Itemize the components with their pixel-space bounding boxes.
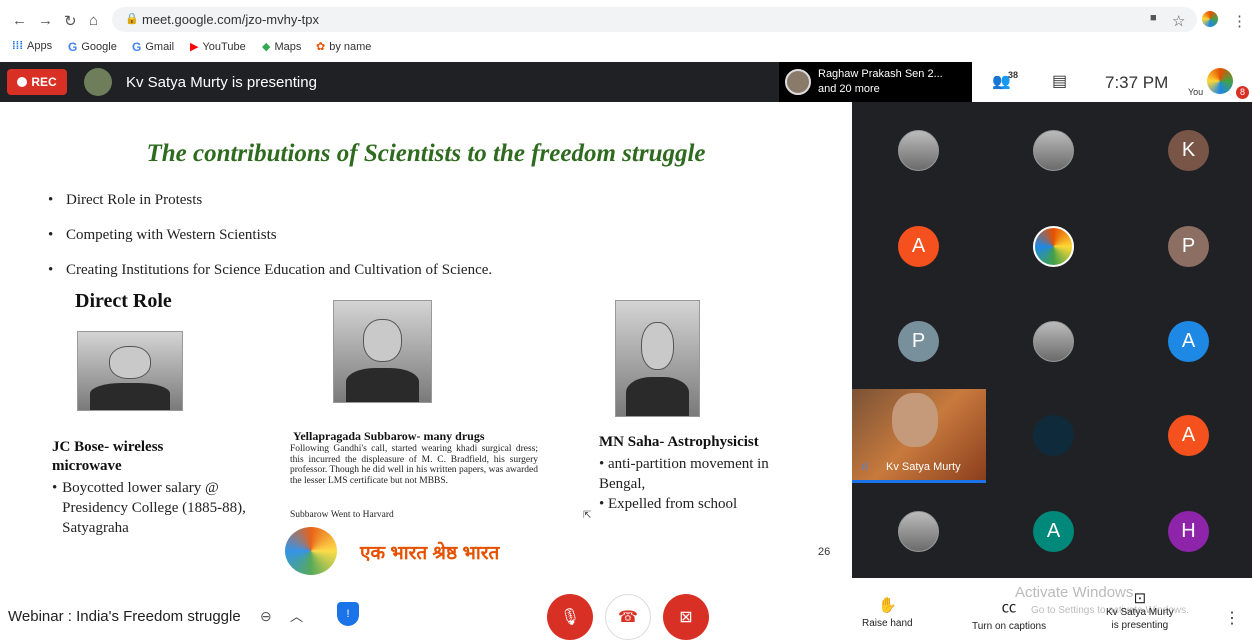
avatar[interactable] — [1033, 415, 1074, 456]
home-icon[interactable]: ⌂ — [89, 12, 98, 29]
browser-chrome: ← → ↻ ⌂ 🔒 meet.google.com/jzo-mvhy-tpx ■… — [0, 0, 1252, 62]
scientist-description: Following Gandhi's call, started wearing… — [290, 444, 538, 486]
scientist-photo — [77, 331, 183, 411]
cursor-icon: ⇱ — [583, 510, 592, 521]
avatar — [785, 69, 811, 95]
forward-icon[interactable]: → — [38, 12, 53, 29]
avatar[interactable] — [1033, 321, 1074, 362]
slide-number: 26 — [818, 546, 831, 558]
meeting-details-icon[interactable]: ⊖ — [260, 608, 272, 625]
slide-bullet: • Direct Role in Protests — [48, 192, 203, 208]
notification-badge: 8 — [1236, 86, 1249, 99]
back-icon[interactable]: ← — [12, 12, 27, 29]
avatar[interactable] — [898, 511, 939, 552]
participant-initial-avatar[interactable]: H — [1168, 511, 1209, 552]
scientist-name: JC Bose- wireless microwave — [52, 439, 164, 474]
scientist-photo — [615, 300, 700, 417]
lock-icon: 🔒 — [125, 13, 139, 25]
participant-initial-avatar[interactable]: A — [898, 226, 939, 267]
reload-icon[interactable]: ↻ — [64, 12, 77, 30]
camera-off-icon: ⊠ — [679, 609, 693, 626]
meet-bottom-bar: Webinar : India's Freedom struggle ⊖ ︿ !… — [0, 578, 1252, 640]
shield-icon[interactable]: ! — [337, 602, 359, 626]
bookmark-google[interactable]: G Google — [68, 40, 117, 54]
logo-text: एक भारत श्रेष्ठ भारत — [360, 543, 500, 564]
avatar[interactable] — [1207, 68, 1233, 94]
presentation-slide: The contributions of Scientists to the f… — [0, 102, 852, 578]
mic-off-button[interactable]: 🎙 — [547, 594, 593, 640]
chevron-up-icon[interactable]: ︿ — [290, 606, 303, 625]
bookmark-gmail[interactable]: G Gmail — [132, 40, 174, 54]
scientist-points: • Boycotted lower salary @ Presidency Col… — [52, 480, 246, 536]
emblem-avatar[interactable] — [1033, 226, 1074, 267]
speaking-icon: ıl — [862, 461, 868, 473]
google-icon: G — [68, 40, 78, 54]
participant-count: 38 — [1008, 70, 1019, 80]
profile-icon[interactable] — [1202, 11, 1218, 27]
clock: 7:37 PM — [1105, 73, 1169, 92]
scientist-photo — [333, 300, 432, 403]
emblem-icon: ✿ — [316, 41, 326, 53]
scientist-name: MN Saha- Astrophysicist — [599, 434, 759, 450]
hang-up-button[interactable]: ☎ — [605, 594, 651, 640]
menu-icon[interactable]: ⋮ — [1232, 12, 1247, 30]
participants-grid: K A P P A ıl Kv Satya Murty A A H — [852, 102, 1252, 578]
avatar[interactable] — [898, 130, 939, 171]
mic-off-icon: 🎙 — [559, 609, 581, 626]
star-icon[interactable]: ☆ — [1172, 12, 1185, 30]
you-label: You — [1188, 87, 1204, 97]
camera-off-button[interactable]: ⊠ — [663, 594, 709, 640]
camera-status-icon[interactable]: ■ — [1150, 12, 1157, 24]
record-dot-icon — [17, 77, 28, 87]
youtube-icon: ▶ — [190, 41, 199, 53]
apps-icon: ⁞⁞⁞ — [12, 40, 23, 52]
participant-initial-avatar[interactable]: A — [1168, 415, 1209, 456]
participant-initial-avatar[interactable]: A — [1168, 321, 1209, 362]
participant-initial-avatar[interactable]: P — [1168, 226, 1209, 267]
presenting-text: Kv Satya Murty is presenting — [126, 74, 317, 91]
raise-hand-button[interactable]: ✋ Raise hand — [862, 596, 913, 629]
scientist-points: • anti-partition movement in Bengal, • E… — [599, 456, 769, 512]
presenter-avatar — [84, 68, 112, 96]
scientist-name: Yellapragada Subbarow- many drugs — [293, 429, 485, 443]
cc-icon: ㏄ — [1001, 599, 1017, 616]
avatar[interactable] — [1033, 130, 1074, 171]
meet-top-bar: REC Kv Satya Murty is presenting Raghaw … — [0, 62, 1252, 102]
present-button[interactable]: ⊡ Kv Satya Murty is presenting — [1106, 590, 1174, 632]
captions-button[interactable]: ㏄ Turn on captions — [972, 596, 1046, 632]
slide-title: The contributions of Scientists to the f… — [146, 140, 706, 167]
meeting-title: Webinar : India's Freedom struggle — [8, 608, 241, 625]
recording-badge[interactable]: REC — [7, 69, 67, 95]
participant-more: and 20 more — [818, 83, 880, 95]
url-text: meet.google.com/jzo-mvhy-tpx — [142, 12, 320, 27]
scientist-note: Subbarow Went to Harvard — [290, 510, 394, 520]
slide-bullet: • Competing with Western Scientists — [48, 227, 277, 243]
bookmark-youtube[interactable]: ▶ YouTube — [190, 40, 246, 54]
section-heading: Direct Role — [75, 290, 172, 312]
bookmark-apps[interactable]: ⁞⁞⁞ Apps — [12, 40, 52, 52]
address-bar[interactable]: 🔒 meet.google.com/jzo-mvhy-tpx — [112, 7, 1197, 32]
participant-initial-avatar[interactable]: P — [898, 321, 939, 362]
slide-bullet: • Creating Institutions for Science Educa… — [48, 262, 493, 278]
meet-controls-top: 👥 38 ▤ 7:37 PM You 8 — [972, 62, 1252, 102]
participants-summary[interactable]: Raghaw Prakash Sen 2... and 20 more — [779, 62, 972, 102]
more-options-icon[interactable]: ⋮ — [1224, 608, 1240, 628]
participant-initial-avatar[interactable]: K — [1168, 130, 1209, 171]
participant-initial-avatar[interactable]: A — [1033, 511, 1074, 552]
chat-icon[interactable]: ▤ — [1052, 71, 1067, 91]
phone-icon: ☎ — [618, 609, 638, 626]
google-icon: G — [132, 40, 142, 54]
video-tile[interactable]: ıl Kv Satya Murty — [852, 389, 986, 483]
present-icon: ⊡ — [1133, 590, 1147, 607]
speaker-video — [892, 393, 938, 447]
hand-icon: ✋ — [877, 597, 897, 614]
participant-name: Raghaw Prakash Sen 2... — [818, 68, 943, 80]
bookmark-maps[interactable]: ◆ Maps — [262, 40, 301, 54]
bookmark-by-name[interactable]: ✿ by name — [316, 40, 371, 54]
speaker-name: Kv Satya Murty — [886, 461, 961, 473]
ek-bharat-logo — [285, 527, 337, 575]
maps-icon: ◆ — [262, 41, 271, 53]
